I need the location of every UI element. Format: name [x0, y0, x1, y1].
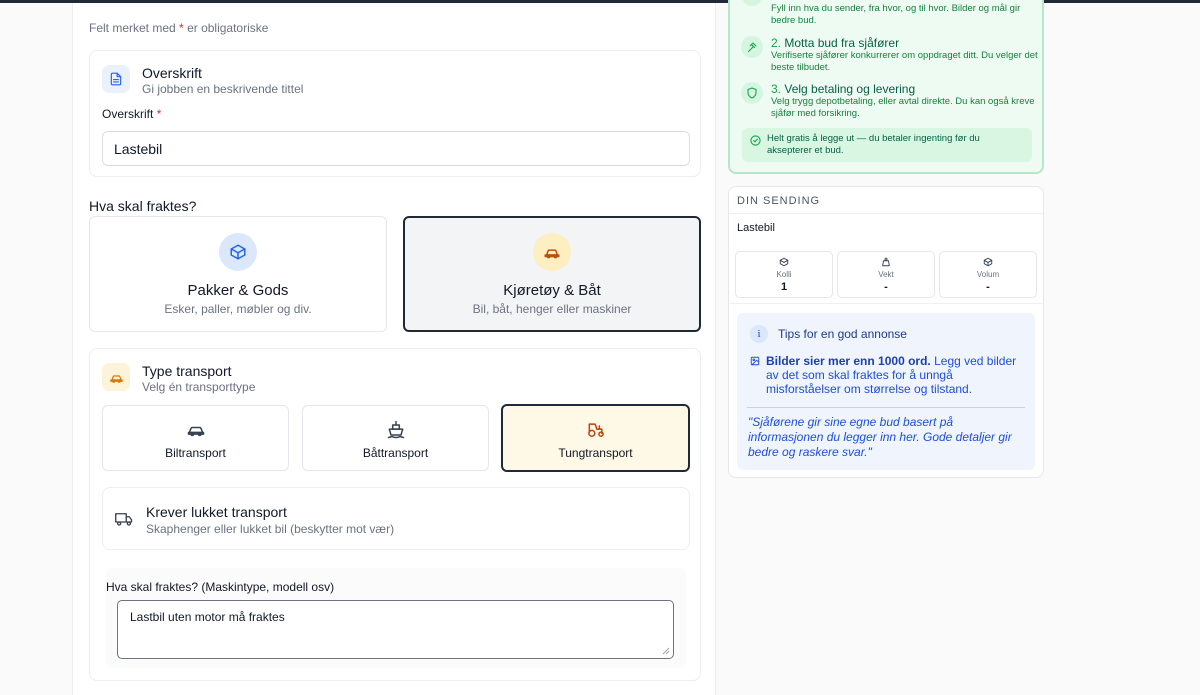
shipment-heading: DIN SENDING	[737, 195, 821, 207]
step2-title: 2. Motta bud fra sjåfører	[771, 36, 899, 50]
step3-number: 3.	[771, 82, 782, 96]
divider	[729, 303, 1043, 304]
truck-icon	[115, 513, 133, 526]
what-to-ship-heading: Hva skal fraktes?	[89, 198, 197, 214]
headline-field-label: Overskrift *	[102, 107, 161, 121]
free-note-text: Helt gratis å legge ut — du betaler inge…	[767, 133, 980, 156]
car-icon	[187, 426, 204, 437]
step3-title: 3. Velg betaling og levering	[771, 82, 915, 96]
machine-field-label: Hva skal fraktes? (Maskintype, modell os…	[106, 580, 335, 594]
weight-icon	[882, 257, 890, 267]
document-icon	[102, 65, 130, 93]
category-vehicles[interactable]: Kjøretøy & Båt Bil, båt, henger eller ma…	[403, 216, 701, 332]
transport-option-label: Båttransport	[362, 446, 429, 460]
stat-weight: Vekt -	[837, 251, 935, 298]
step2-title-text: Motta bud fra sjåfører	[784, 36, 900, 50]
stat-packages: Kolli 1	[735, 251, 833, 298]
shipment-summary: DIN SENDING Lastebil Kolli 1 Vekt - Volu…	[728, 186, 1044, 478]
category-subtitle: Esker, paller, møbler og div.	[164, 302, 312, 316]
required-note-end: er obligatoriske	[187, 21, 269, 35]
stat-value: -	[884, 281, 888, 293]
category-packages[interactable]: Pakker & Gods Esker, paller, møbler og d…	[89, 216, 387, 332]
headline-input[interactable]: Lastebil	[102, 131, 690, 166]
shipment-name: Lastebil	[737, 222, 775, 234]
tips-box: i Tips for en god annonse Bilder sier me…	[737, 313, 1035, 470]
divider	[747, 407, 1025, 408]
box-icon	[779, 257, 789, 267]
shield-icon	[741, 82, 763, 104]
stat-value: -	[986, 281, 990, 293]
required-note: Felt merket med * er obligatoriske	[89, 21, 268, 35]
closed-transport-title: Krever lukket transport	[146, 504, 287, 520]
gavel-icon	[741, 36, 763, 58]
required-star: *	[156, 107, 162, 121]
headline-title: Overskrift	[142, 65, 202, 81]
stat-label: Volum	[976, 270, 1000, 279]
tip-text: Bilder sier mer enn 1000 ord. Legg ved b…	[766, 354, 1026, 396]
transport-option-heavy[interactable]: Tungtransport	[501, 404, 690, 472]
step1-description: Fyll inn hva du sender, fra hvor, og til…	[771, 3, 1021, 26]
job-form: Felt merket med * er obligatoriske Overs…	[72, 3, 716, 695]
tips-title: Tips for en god annonse	[778, 327, 907, 341]
machine-textarea-value: Lastbil uten motor må fraktes	[130, 610, 285, 624]
step1-icon	[742, 0, 762, 6]
headline-subtitle: Gi jobben en beskrivende tittel	[142, 82, 304, 96]
stat-volume: Volum -	[939, 251, 1037, 298]
step2-number: 2.	[771, 36, 782, 50]
closed-transport-subtitle: Skaphenger eller lukket bil (beskytter m…	[146, 522, 395, 536]
transport-option-label: Tungtransport	[558, 446, 633, 460]
car-icon	[102, 363, 130, 391]
cube-icon	[983, 257, 993, 267]
info-icon: i	[750, 325, 768, 343]
category-title: Pakker & Gods	[187, 282, 289, 299]
tractor-icon	[587, 423, 604, 437]
transport-option-label: Biltransport	[165, 446, 226, 460]
step2-description: Verifiserte sjåfører konkurrerer om oppd…	[771, 50, 1038, 73]
tip-bold: Bilder sier mer enn 1000 ord.	[766, 354, 931, 368]
divider	[729, 213, 1043, 214]
transport-title: Type transport	[142, 363, 232, 379]
closed-transport-toggle[interactable]: Krever lukket transport Skaphenger eller…	[102, 487, 690, 550]
headline-section: Overskrift Gi jobben en beskrivende titt…	[89, 50, 701, 177]
tips-quote: "Sjåførene gir sine egne bud basert på i…	[748, 415, 1012, 459]
required-star: *	[179, 21, 184, 35]
step3-title-text: Velg betaling og levering	[784, 82, 916, 96]
transport-subtitle: Velg én transporttype	[142, 380, 256, 394]
image-icon	[750, 356, 760, 366]
stat-label: Kolli	[776, 270, 792, 279]
boat-icon	[387, 420, 404, 439]
check-circle-icon	[750, 135, 761, 146]
free-note: Helt gratis å legge ut — du betaler inge…	[742, 128, 1032, 162]
transport-option-boat[interactable]: Båttransport	[302, 405, 489, 471]
car-icon	[533, 233, 571, 271]
headline-label-text: Overskrift	[102, 107, 154, 121]
transport-option-car[interactable]: Biltransport	[102, 405, 289, 471]
machine-textarea[interactable]: Lastbil uten motor må fraktes	[117, 600, 674, 659]
step3-description: Velg trygg depotbetaling, eller avtal di…	[771, 96, 1035, 119]
required-note-text: Felt merket med	[89, 21, 176, 35]
stat-label: Vekt	[878, 270, 894, 279]
how-it-works-panel: Fyll inn hva du sender, fra hvor, og til…	[728, 0, 1044, 174]
stat-value: 1	[780, 281, 788, 293]
box-icon	[219, 233, 257, 271]
category-subtitle: Bil, båt, henger eller maskiner	[472, 302, 632, 316]
category-title: Kjøretøy & Båt	[503, 282, 601, 299]
transport-section: Type transport Velg én transporttype Bil…	[89, 348, 701, 681]
resize-handle-icon[interactable]	[662, 647, 670, 655]
